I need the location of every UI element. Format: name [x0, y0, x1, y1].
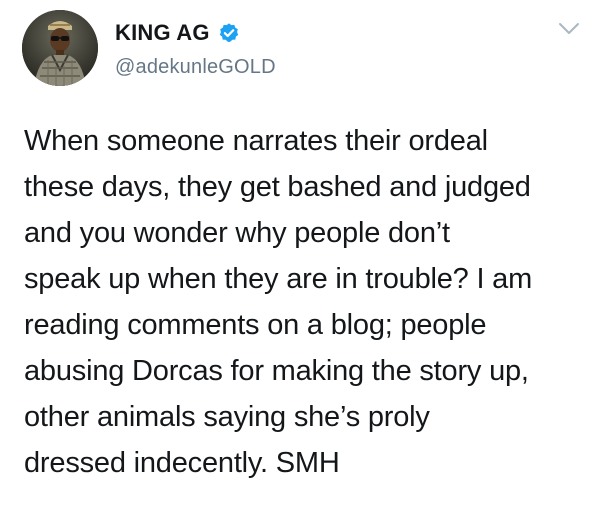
tweet-text: When someone narrates their ordeal these…	[24, 118, 594, 486]
chevron-down-icon[interactable]	[558, 22, 580, 36]
tweet-header: KING AG @adekunleGOLD	[115, 18, 276, 79]
tweet-line: other animals saying she’s proly	[24, 401, 430, 433]
avatar-photo-icon	[22, 10, 98, 86]
user-handle[interactable]: @adekunleGOLD	[115, 56, 276, 79]
tweet-line: reading comments on a blog; people	[24, 309, 487, 341]
tweet-line: When someone narrates their ordeal	[24, 125, 488, 157]
display-name[interactable]: KING AG	[115, 20, 210, 46]
verified-badge-icon	[218, 22, 240, 44]
tweet-line: and you wonder why people don’t	[24, 217, 450, 249]
tweet-line: dressed indecently. SMH	[24, 447, 340, 479]
avatar[interactable]	[22, 10, 98, 86]
tweet-card: KING AG @adekunleGOLD When someone narra…	[0, 0, 606, 508]
tweet-line: abusing Dorcas for making the story up,	[24, 355, 529, 387]
tweet-line: these days, they get bashed and judged	[24, 171, 531, 203]
tweet-line: speak up when they are in trouble? I am	[24, 263, 533, 295]
name-row: KING AG	[115, 18, 276, 48]
